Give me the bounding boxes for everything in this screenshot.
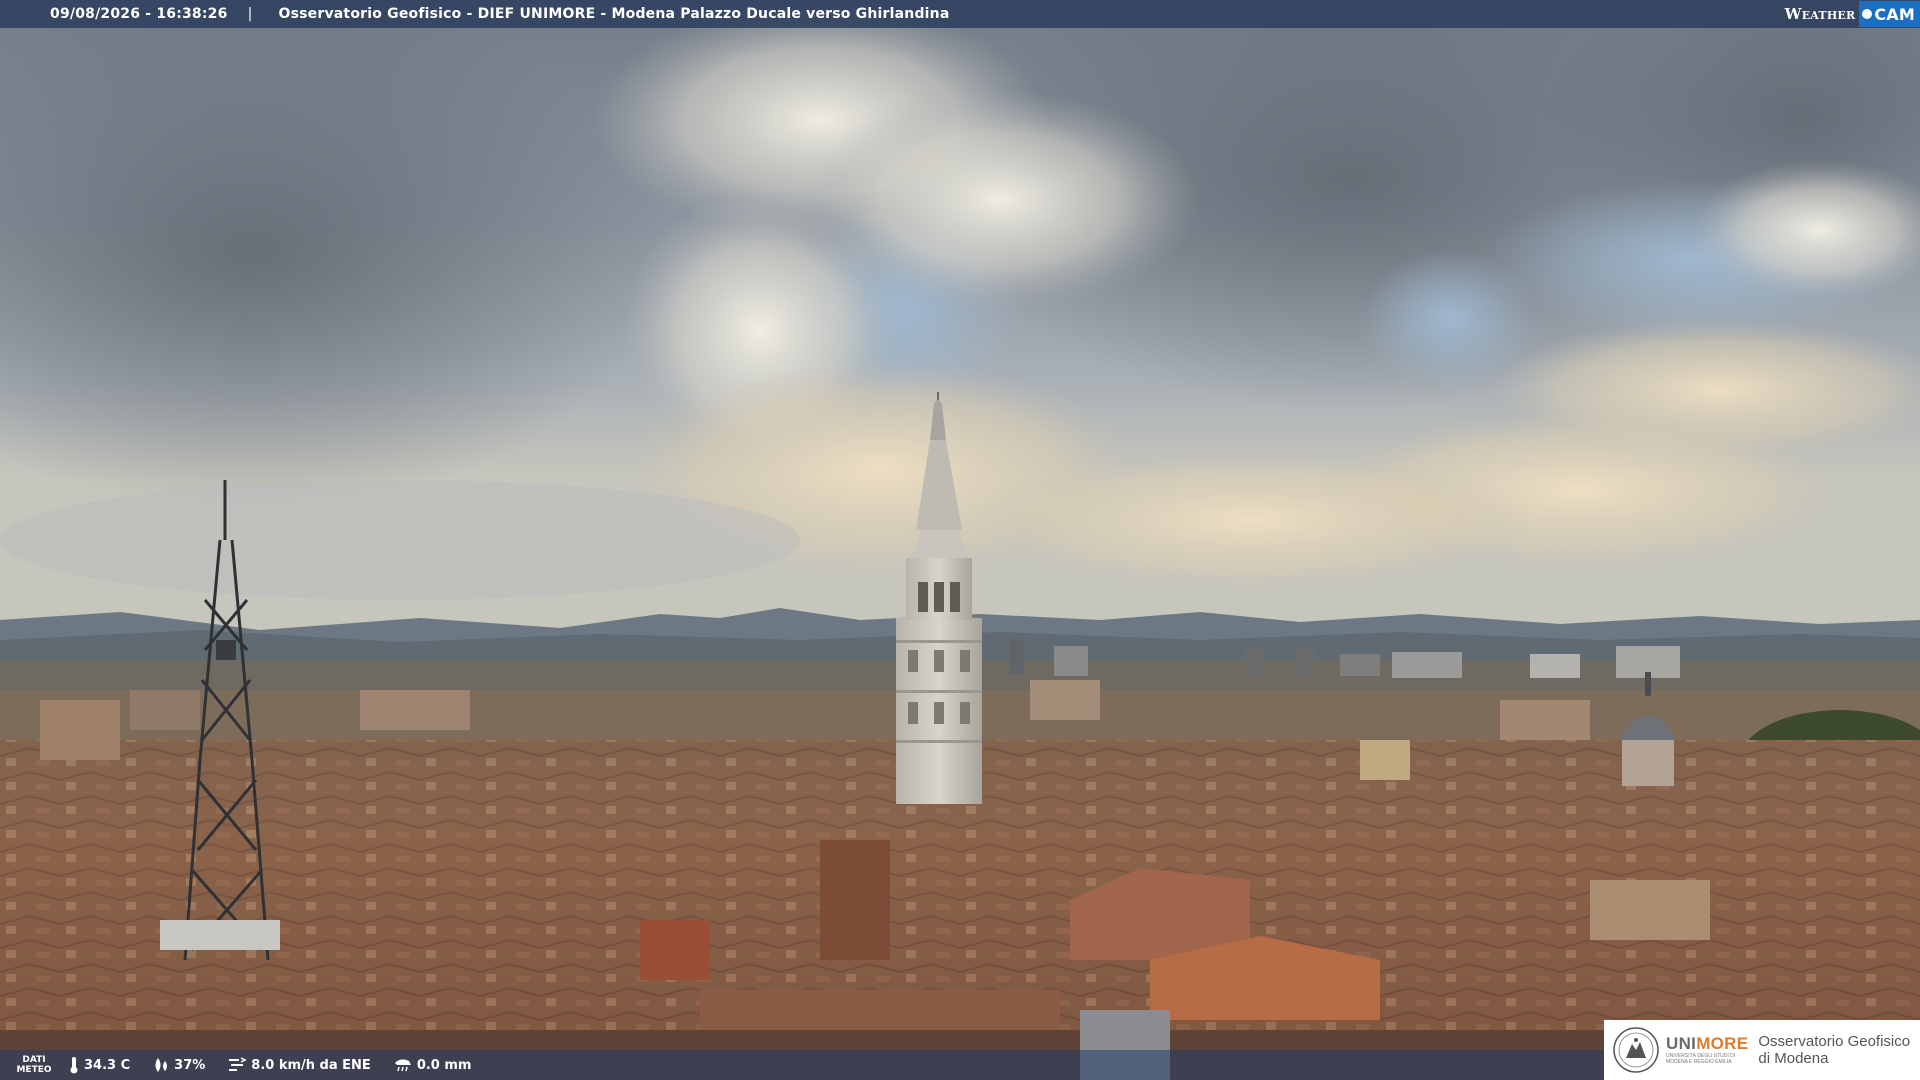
weather-strip: DATI METEO 34.3 C 37% 8.0 km/h da ENE 0.… <box>0 1050 1604 1080</box>
caption-bar: 09/08/2026 - 16:38:26 | Osservatorio Geo… <box>0 0 1920 28</box>
unimore-name-orange: MORE <box>1696 1034 1749 1053</box>
weathercam-logo: Weather CAM <box>1785 0 1920 28</box>
humidity-reading: 37% <box>152 1057 205 1073</box>
rain-gauge-icon <box>394 1059 411 1072</box>
weathercam-cam-box: CAM <box>1859 1 1920 27</box>
weather-label: DATI METEO <box>0 1055 68 1075</box>
weathercam-word: Weather <box>1784 5 1856 23</box>
weathercam-cam: CAM <box>1874 4 1915 24</box>
observatory-logo-panel: UNIMORE UNIVERSITÀ DEGLI STUDI DI MODENA… <box>1604 1020 1920 1080</box>
caption-separator: | <box>247 6 253 22</box>
observatory-name-line1: Osservatorio Geofisico <box>1758 1033 1911 1050</box>
weather-label-line2: METEO <box>16 1065 52 1075</box>
temperature-reading: 34.3 C <box>68 1056 130 1074</box>
wind-reading: 8.0 km/h da ENE <box>227 1056 371 1074</box>
timestamp: 09/08/2026 - 16:38:26 <box>50 6 228 22</box>
observatory-name: Osservatorio Geofisico di Modena <box>1758 1033 1910 1067</box>
rain-value: 0.0 mm <box>416 1057 472 1073</box>
unimore-logo: UNIMORE UNIVERSITÀ DEGLI STUDI DI MODENA… <box>1666 1035 1748 1066</box>
thermometer-icon <box>70 1057 78 1074</box>
wind-icon <box>229 1057 247 1071</box>
observatory-name-line2: di Modena <box>1758 1050 1829 1067</box>
rain-reading: 0.0 mm <box>393 1057 472 1073</box>
wind-value: 8.0 km/h da ENE <box>251 1057 371 1073</box>
unimore-subtitle-2: MODENA E REGGIO EMILIA <box>1666 1059 1732 1065</box>
unimore-name-grey: UNI <box>1666 1034 1697 1053</box>
camera-dot-icon <box>1862 9 1873 19</box>
unimore-seal-icon <box>1613 1027 1659 1073</box>
droplet-icon <box>155 1058 168 1072</box>
webcam-scene <box>0 0 1920 1080</box>
humidity-value: 37% <box>174 1057 206 1073</box>
weather-label-line1: DATI <box>22 1055 46 1065</box>
unimore-name: UNIMORE <box>1666 1035 1748 1053</box>
camera-caption: Osservatorio Geofisico - DIEF UNIMORE - … <box>278 6 950 22</box>
webcam-frame: 09/08/2026 - 16:38:26 | Osservatorio Geo… <box>0 0 1920 1080</box>
temperature-value: 34.3 C <box>84 1057 131 1073</box>
